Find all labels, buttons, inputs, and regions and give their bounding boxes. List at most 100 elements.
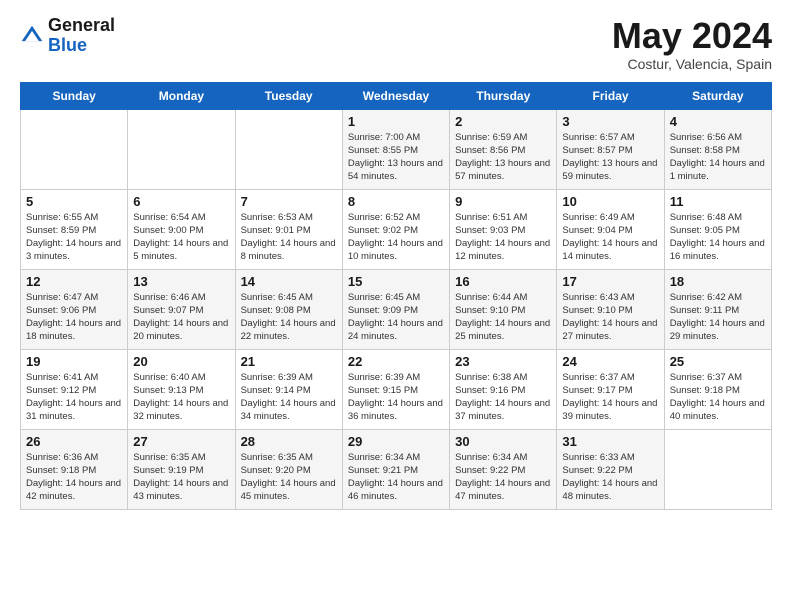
cell-info: Sunrise: 6:39 AM Sunset: 9:14 PM Dayligh… [241,371,337,424]
cell-info: Sunrise: 6:34 AM Sunset: 9:22 PM Dayligh… [455,451,551,504]
cell-info: Sunrise: 6:41 AM Sunset: 9:12 PM Dayligh… [26,371,122,424]
cell-info: Sunrise: 6:46 AM Sunset: 9:07 PM Dayligh… [133,291,229,344]
calendar-cell: 1 Sunrise: 7:00 AM Sunset: 8:55 PM Daylig… [342,109,449,189]
page: General Blue May 2024 Costur, Valencia, … [0,0,792,612]
cell-info: Sunrise: 6:54 AM Sunset: 9:00 PM Dayligh… [133,211,229,264]
cell-info: Sunrise: 6:45 AM Sunset: 9:08 PM Dayligh… [241,291,337,344]
day-number: 10 [562,194,658,209]
day-number: 27 [133,434,229,449]
logo-blue-text: Blue [48,35,87,55]
location: Costur, Valencia, Spain [612,56,772,72]
week-row-4: 19Sunrise: 6:41 AM Sunset: 9:12 PM Dayli… [21,349,772,429]
header-row: Sunday Monday Tuesday Wednesday Thursday… [21,82,772,109]
calendar-cell: 13Sunrise: 6:46 AM Sunset: 9:07 PM Dayli… [128,269,235,349]
cell-info: Sunrise: 6:37 AM Sunset: 9:17 PM Dayligh… [562,371,658,424]
calendar-cell: 19Sunrise: 6:41 AM Sunset: 9:12 PM Dayli… [21,349,128,429]
day-number: 4 [670,114,766,129]
logo-icon [20,24,44,48]
title-block: May 2024 Costur, Valencia, Spain [612,16,772,72]
calendar-cell [21,109,128,189]
cell-info: Sunrise: 6:57 AM Sunset: 8:57 PM Dayligh… [562,131,658,184]
col-sunday: Sunday [21,82,128,109]
calendar-cell: 15Sunrise: 6:45 AM Sunset: 9:09 PM Dayli… [342,269,449,349]
cell-info: Sunrise: 6:37 AM Sunset: 9:18 PM Dayligh… [670,371,766,424]
day-number: 18 [670,274,766,289]
week-row-2: 5Sunrise: 6:55 AM Sunset: 8:59 PM Daylig… [21,189,772,269]
calendar-cell: 29 Sunrise: 6:34 AM Sunset: 9:21 PM Dayli… [342,429,449,509]
day-number: 21 [241,354,337,369]
calendar-table: Sunday Monday Tuesday Wednesday Thursday… [20,82,772,510]
day-number: 11 [670,194,766,209]
calendar-cell: 23Sunrise: 6:38 AM Sunset: 9:16 PM Dayli… [450,349,557,429]
cell-info: Sunrise: 6:36 AM Sunset: 9:18 PM Dayligh… [26,451,122,504]
calendar-cell: 30 Sunrise: 6:34 AM Sunset: 9:22 PM Dayli… [450,429,557,509]
day-number: 5 [26,194,122,209]
day-number: 17 [562,274,658,289]
calendar-cell: 6 Sunrise: 6:54 AM Sunset: 9:00 PM Daylig… [128,189,235,269]
day-number: 31 [562,434,658,449]
cell-info: Sunrise: 6:34 AM Sunset: 9:21 PM Dayligh… [348,451,444,504]
calendar-header: Sunday Monday Tuesday Wednesday Thursday… [21,82,772,109]
cell-info: Sunrise: 6:33 AM Sunset: 9:22 PM Dayligh… [562,451,658,504]
day-number: 22 [348,354,444,369]
calendar-cell: 16Sunrise: 6:44 AM Sunset: 9:10 PM Dayli… [450,269,557,349]
calendar-cell: 17 Sunrise: 6:43 AM Sunset: 9:10 PM Dayli… [557,269,664,349]
day-number: 25 [670,354,766,369]
col-tuesday: Tuesday [235,82,342,109]
calendar-cell: 24 Sunrise: 6:37 AM Sunset: 9:17 PM Dayli… [557,349,664,429]
day-number: 24 [562,354,658,369]
cell-info: Sunrise: 6:44 AM Sunset: 9:10 PM Dayligh… [455,291,551,344]
calendar-cell: 21 Sunrise: 6:39 AM Sunset: 9:14 PM Dayli… [235,349,342,429]
cell-info: Sunrise: 6:39 AM Sunset: 9:15 PM Dayligh… [348,371,444,424]
cell-info: Sunrise: 6:52 AM Sunset: 9:02 PM Dayligh… [348,211,444,264]
col-wednesday: Wednesday [342,82,449,109]
calendar-cell: 3 Sunrise: 6:57 AM Sunset: 8:57 PM Daylig… [557,109,664,189]
day-number: 2 [455,114,551,129]
day-number: 23 [455,354,551,369]
calendar-cell: 25 Sunrise: 6:37 AM Sunset: 9:18 PM Dayli… [664,349,771,429]
day-number: 9 [455,194,551,209]
day-number: 8 [348,194,444,209]
day-number: 29 [348,434,444,449]
cell-info: Sunrise: 6:59 AM Sunset: 8:56 PM Dayligh… [455,131,551,184]
calendar-cell: 5Sunrise: 6:55 AM Sunset: 8:59 PM Daylig… [21,189,128,269]
calendar-cell: 9 Sunrise: 6:51 AM Sunset: 9:03 PM Daylig… [450,189,557,269]
day-number: 14 [241,274,337,289]
day-number: 6 [133,194,229,209]
cell-info: Sunrise: 6:51 AM Sunset: 9:03 PM Dayligh… [455,211,551,264]
day-number: 15 [348,274,444,289]
cell-info: Sunrise: 6:56 AM Sunset: 8:58 PM Dayligh… [670,131,766,184]
day-number: 1 [348,114,444,129]
day-number: 30 [455,434,551,449]
calendar-cell: 20 Sunrise: 6:40 AM Sunset: 9:13 PM Dayli… [128,349,235,429]
calendar-cell: 28Sunrise: 6:35 AM Sunset: 9:20 PM Dayli… [235,429,342,509]
cell-info: Sunrise: 6:42 AM Sunset: 9:11 PM Dayligh… [670,291,766,344]
cell-info: Sunrise: 6:47 AM Sunset: 9:06 PM Dayligh… [26,291,122,344]
cell-info: Sunrise: 6:35 AM Sunset: 9:19 PM Dayligh… [133,451,229,504]
cell-info: Sunrise: 6:49 AM Sunset: 9:04 PM Dayligh… [562,211,658,264]
day-number: 7 [241,194,337,209]
calendar-cell [128,109,235,189]
cell-info: Sunrise: 6:43 AM Sunset: 9:10 PM Dayligh… [562,291,658,344]
calendar-cell: 14 Sunrise: 6:45 AM Sunset: 9:08 PM Dayli… [235,269,342,349]
day-number: 20 [133,354,229,369]
cell-info: Sunrise: 6:53 AM Sunset: 9:01 PM Dayligh… [241,211,337,264]
calendar-cell: 26 Sunrise: 6:36 AM Sunset: 9:18 PM Dayli… [21,429,128,509]
calendar-cell [235,109,342,189]
day-number: 3 [562,114,658,129]
calendar-cell [664,429,771,509]
calendar-cell: 12Sunrise: 6:47 AM Sunset: 9:06 PM Dayli… [21,269,128,349]
cell-info: Sunrise: 6:48 AM Sunset: 9:05 PM Dayligh… [670,211,766,264]
week-row-5: 26 Sunrise: 6:36 AM Sunset: 9:18 PM Dayli… [21,429,772,509]
calendar-cell: 18 Sunrise: 6:42 AM Sunset: 9:11 PM Dayli… [664,269,771,349]
logo: General Blue [20,16,115,56]
cell-info: Sunrise: 7:00 AM Sunset: 8:55 PM Dayligh… [348,131,444,184]
calendar-cell: 31 Sunrise: 6:33 AM Sunset: 9:22 PM Dayli… [557,429,664,509]
calendar-cell: 2 Sunrise: 6:59 AM Sunset: 8:56 PM Daylig… [450,109,557,189]
cell-info: Sunrise: 6:40 AM Sunset: 9:13 PM Dayligh… [133,371,229,424]
calendar-cell: 27 Sunrise: 6:35 AM Sunset: 9:19 PM Dayli… [128,429,235,509]
day-number: 26 [26,434,122,449]
calendar-cell: 7 Sunrise: 6:53 AM Sunset: 9:01 PM Daylig… [235,189,342,269]
col-saturday: Saturday [664,82,771,109]
week-row-1: 1 Sunrise: 7:00 AM Sunset: 8:55 PM Daylig… [21,109,772,189]
